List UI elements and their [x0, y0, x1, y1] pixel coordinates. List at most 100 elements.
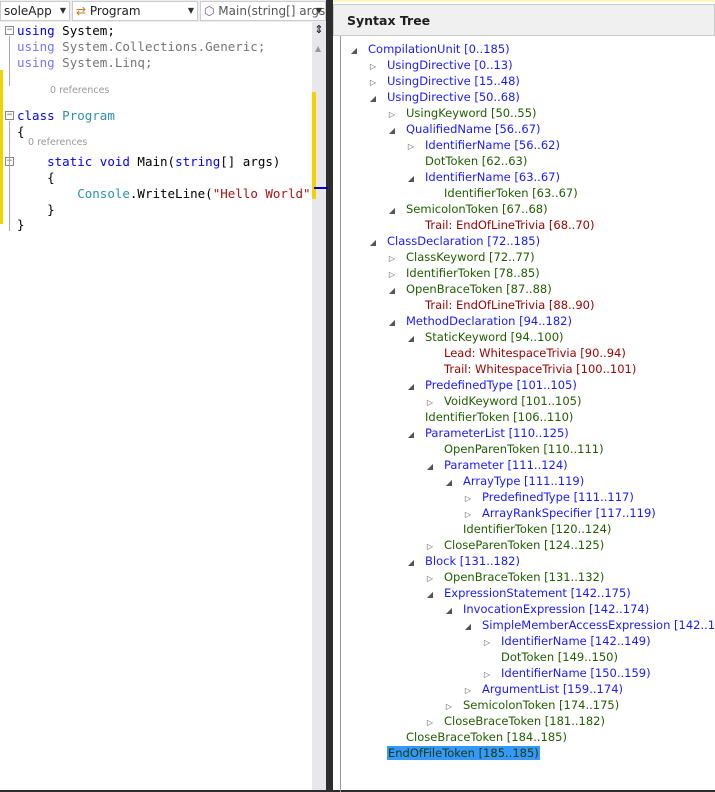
tree-node[interactable]: ◢ OpenBraceToken [87..88) — [387, 281, 552, 297]
tree-node[interactable]: ▷ UsingDirective [0..13) — [368, 57, 513, 73]
tree-node[interactable]: ▷ IdentifierName [142..149) — [482, 633, 651, 649]
tree-node[interactable]: ▷ SemicolonToken [174..175) — [444, 697, 619, 713]
tree-node[interactable]: ▷ VoidKeyword [101..105) — [425, 393, 582, 409]
code-line: } — [17, 217, 25, 233]
tree-node[interactable]: ▷ ClassKeyword [72..77) — [387, 249, 535, 265]
tree-node[interactable]: ◢ ParameterList [110..125) — [406, 425, 569, 441]
tree-node[interactable]: ◢ StaticKeyword [94..100) — [406, 329, 564, 345]
expanded-arrow-icon[interactable]: ◢ — [368, 235, 378, 251]
codelens-references[interactable]: 0 references — [28, 137, 87, 148]
tree-node[interactable]: ▷ CloseBraceToken [181..182) — [425, 713, 605, 729]
code-line: { — [17, 124, 25, 140]
tree-node-label: UsingDirective [50..68) — [387, 90, 520, 104]
member-dropdown[interactable]: ⬡ Main(string[] args ▼ — [200, 1, 326, 21]
code-token: .WriteLine( — [129, 186, 213, 201]
tree-node-label: ArgumentList [159..174) — [482, 682, 623, 696]
expanded-arrow-icon[interactable]: ◢ — [349, 43, 359, 59]
code-token: System.Linq; — [54, 55, 153, 70]
tree-node[interactable]: ◢ Parameter [111..124) — [425, 457, 568, 473]
tree-node[interactable]: ◢ UsingDirective [50..68) — [368, 89, 520, 105]
tree-node[interactable]: ▷ ArrayRankSpecifier [117..119) — [463, 505, 656, 521]
tree-node[interactable]: ▷ IdentifierName [150..159) — [482, 665, 651, 681]
tree-node[interactable]: ◢ ExpressionStatement [142..175) — [425, 585, 631, 601]
scroll-up-arrow[interactable]: ▲ — [315, 44, 321, 53]
expanded-arrow-icon[interactable]: ◢ — [406, 379, 416, 395]
expanded-arrow-icon[interactable]: ◢ — [406, 171, 416, 187]
tree-node[interactable]: ◢ InvocationExpression [142..174) — [444, 601, 649, 617]
expanded-arrow-icon[interactable]: ◢ — [425, 587, 435, 603]
tree-node-label: CloseBraceToken [181..182) — [444, 714, 605, 728]
tree-node-label: Trail: EndOfLineTrivia [88..90) — [425, 298, 595, 312]
expanded-arrow-icon[interactable]: ◢ — [387, 123, 397, 139]
tree-node[interactable]: DotToken [149..150) — [482, 649, 618, 665]
code-token: void — [99, 154, 130, 169]
code-token: } — [17, 217, 25, 232]
collapse-icon[interactable]: − — [5, 111, 14, 120]
code-token: "Hello World" — [212, 186, 311, 201]
expanded-arrow-icon[interactable]: ◢ — [406, 331, 416, 347]
tree-node[interactable]: ▷ UsingKeyword [50..55) — [387, 105, 537, 121]
class-icon: ⇄ — [76, 4, 90, 18]
tree-node[interactable]: Trail: WhitespaceTrivia [100..101) — [425, 361, 636, 377]
tree-node[interactable]: ▷ ArgumentList [159..174) — [463, 681, 623, 697]
expanded-arrow-icon[interactable]: ◢ — [368, 91, 378, 107]
tree-node[interactable]: ▷ IdentifierName [56..62) — [406, 137, 560, 153]
tree-node[interactable]: ◢ IdentifierName [63..67) — [406, 169, 560, 185]
expanded-arrow-icon[interactable]: ◢ — [425, 459, 435, 475]
tree-node-label: EndOfFileToken [185..185) — [387, 746, 540, 760]
expanded-arrow-icon[interactable]: ◢ — [387, 203, 397, 219]
tree-node-label: ExpressionStatement [142..175) — [444, 586, 631, 600]
tree-node[interactable]: ◢ SemicolonToken [67..68) — [387, 201, 548, 217]
codelens-references[interactable]: 0 references — [50, 85, 109, 96]
collapse-icon[interactable]: − — [5, 26, 14, 35]
code-editor[interactable]: soleApp ▼ ⇄ Program ▼ ⬡ Main(string[] args… — [0, 0, 328, 790]
expanded-arrow-icon[interactable]: ◢ — [444, 603, 454, 619]
tree-node[interactable]: OpenParenToken [110..111) — [425, 441, 604, 457]
tree-node[interactable]: IdentifierToken [120..124) — [444, 521, 611, 537]
outline-line — [9, 36, 10, 86]
tree-node[interactable]: ◢ ArrayType [111..119) — [444, 473, 584, 489]
tree-node[interactable]: ▷ IdentifierToken [78..85) — [387, 265, 540, 281]
code-token: { — [17, 170, 55, 185]
tree-node-label: DotToken [62..63) — [425, 154, 528, 168]
project-dropdown[interactable]: soleApp ▼ — [0, 1, 70, 21]
vertical-scrollbar[interactable]: ⇕ ▲ — [312, 22, 328, 790]
code-token: static — [17, 154, 93, 169]
code-line: Console.WriteLine("Hello World"); — [17, 186, 325, 202]
class-dropdown[interactable]: ⇄ Program ▼ — [72, 1, 198, 21]
expanded-arrow-icon[interactable]: ◢ — [406, 427, 416, 443]
tree-node[interactable]: ◢ QualifiedName [56..67) — [387, 121, 541, 137]
tree-node[interactable]: Trail: EndOfLineTrivia [68..70) — [406, 217, 594, 233]
tree-node[interactable]: CloseBraceToken [184..185) — [387, 729, 567, 745]
tree-node[interactable]: DotToken [62..63) — [406, 153, 527, 169]
tree-node[interactable]: ◢ SimpleMemberAccessExpression [142..159) — [463, 617, 715, 633]
tree-node[interactable]: ▷ CloseParenToken [124..125) — [425, 537, 604, 553]
expanded-arrow-icon[interactable]: ◢ — [387, 315, 397, 331]
tree-node[interactable]: EndOfFileToken [185..185) — [368, 745, 540, 761]
tree-node[interactable]: IdentifierToken [106..110) — [406, 409, 573, 425]
expanded-arrow-icon[interactable]: ◢ — [387, 283, 397, 299]
expanded-arrow-icon[interactable]: ◢ — [444, 475, 454, 491]
tree-node[interactable]: ▷ OpenBraceToken [131..132) — [425, 569, 604, 585]
member-name: Main(string[] args — [218, 4, 326, 18]
tree-node-label: UsingDirective [0..13) — [387, 58, 513, 72]
tree-node[interactable]: ▷ UsingDirective [15..48) — [368, 73, 520, 89]
tree-node-label: IdentifierToken [63..67) — [444, 186, 578, 200]
tree-node[interactable]: ◢ Block [131..182) — [406, 553, 520, 569]
expanded-arrow-icon[interactable]: ◢ — [463, 619, 473, 635]
expanded-arrow-icon[interactable]: ◢ — [406, 555, 416, 571]
tree-node[interactable]: ◢ MethodDeclaration [94..182) — [387, 313, 572, 329]
tree-node-label: VoidKeyword [101..105) — [444, 394, 582, 408]
tree-node[interactable]: Lead: WhitespaceTrivia [90..94) — [425, 345, 626, 361]
syntax-tree[interactable]: ◢ CompilationUnit [0..185) ▷ UsingDirective… — [340, 36, 715, 792]
split-icon[interactable]: ⇕ — [312, 22, 326, 38]
tree-node[interactable]: ◢ CompilationUnit [0..185) — [349, 41, 510, 57]
tree-node[interactable]: ▷ PredefinedType [111..117) — [463, 489, 634, 505]
code-token: using — [17, 23, 55, 38]
code-area[interactable]: using System; using System.Collections.Ge… — [0, 22, 326, 790]
tree-node[interactable]: Trail: EndOfLineTrivia [88..90) — [406, 297, 594, 313]
tree-node[interactable]: ◢ PredefinedType [101..105) — [406, 377, 577, 393]
tree-node[interactable]: ◢ ClassDeclaration [72..185) — [368, 233, 540, 249]
tree-node[interactable]: IdentifierToken [63..67) — [425, 185, 578, 201]
method-icon: ⬡ — [204, 4, 219, 18]
